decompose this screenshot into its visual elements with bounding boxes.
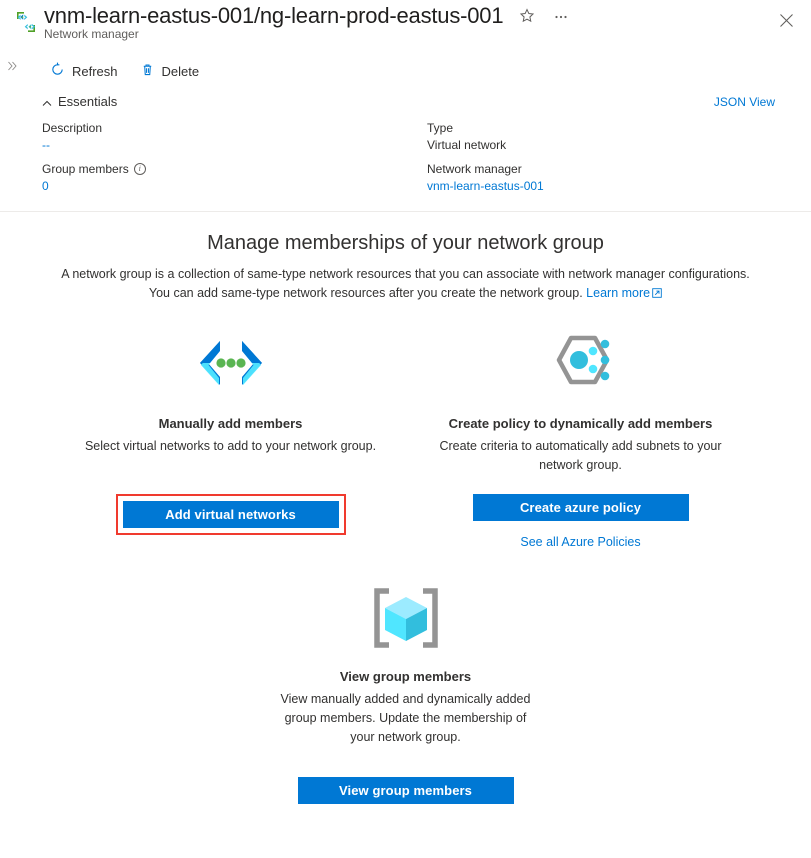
chevron-up-icon [42,97,52,107]
essentials-field-network-manager: Network manager vnm-learn-eastus-001 [427,162,775,193]
policy-button-slot: Create azure policy See all Azure Polici… [406,494,756,549]
essentials-field-type: Type Virtual network [427,121,775,152]
card-view-group-members: View group members View manually added a… [0,583,811,746]
essentials-header: Essentials JSON View [0,90,811,109]
highlight-outline: Add virtual networks [115,494,346,536]
refresh-label: Refresh [72,63,118,79]
page-title: vnm-learn-eastus-001/ng-learn-prod-eastu… [44,3,504,28]
essentials-toggle[interactable]: Essentials [42,94,117,109]
cards-row: Manually add members Select virtual netw… [0,330,811,475]
field-label: Network manager [427,162,522,176]
hero-description: A network group is a collection of same-… [50,265,762,304]
page-subtitle: Network manager [44,27,139,41]
command-bar: Refresh Delete [0,52,811,90]
field-value: 0 [42,179,49,193]
network-manager-link[interactable]: vnm-learn-eastus-001 [427,179,775,193]
card-title: Create policy to dynamically add members [448,415,713,431]
essentials-field-group-members: Group members i 0 [42,162,427,193]
card-title: Manually add members [158,415,303,431]
external-link-icon [652,285,662,299]
star-outline-icon[interactable] [517,6,537,26]
refresh-icon [50,62,65,80]
add-virtual-networks-button[interactable]: Add virtual networks [122,501,339,529]
refresh-button[interactable]: Refresh [42,58,126,84]
hexagon-nodes-icon [406,330,756,402]
json-view-link[interactable]: JSON View [714,95,775,109]
view-button-wrap: View group members [0,776,811,804]
field-label: Group members i [42,162,427,176]
portal-blade: vnm-learn-eastus-001/ng-learn-prod-eastu… [0,0,811,858]
card-description: Select virtual networks to add to your n… [84,438,377,453]
field-value: -- [42,138,50,152]
card-buttons-row: Add virtual networks Create azure policy… [0,494,811,549]
cube-brackets-icon [0,583,811,655]
manual-button-slot: Add virtual networks [56,494,406,549]
field-value: Virtual network [427,138,507,152]
essentials-label: Essentials [58,94,118,109]
see-all-azure-policies-link[interactable]: See all Azure Policies [520,535,640,549]
double-chevron-right-icon[interactable] [6,60,18,74]
field-label: Type [427,121,454,135]
card-description: Create criteria to automatically add sub… [439,438,722,472]
trash-icon [140,62,155,80]
card-title: View group members [339,669,472,685]
code-brackets-dots-icon [56,330,406,402]
essentials-grid: Description -- Type Virtual network Grou… [0,109,811,193]
view-group-members-button[interactable]: View group members [297,776,514,804]
delete-label: Delete [161,63,200,79]
create-azure-policy-button[interactable]: Create azure policy [472,494,689,522]
blade-titlebar: vnm-learn-eastus-001/ng-learn-prod-eastu… [0,0,811,52]
learn-more-link[interactable]: Learn more [586,286,650,300]
field-label: Description [42,121,103,135]
card-description: View manually added and dynamically adde… [280,692,531,744]
close-icon[interactable] [773,7,799,33]
essentials-field-description: Description -- [42,121,427,152]
hero-title: Manage memberships of your network group [207,232,604,254]
ellipsis-icon[interactable] [551,6,571,26]
network-manager-icon [12,8,40,36]
card-create-policy: Create policy to dynamically add members… [406,330,756,475]
hero-section: Manage memberships of your network group… [0,212,811,304]
delete-button[interactable]: Delete [132,58,208,84]
info-icon[interactable]: i [133,163,146,175]
card-manually-add-members: Manually add members Select virtual netw… [56,330,406,475]
